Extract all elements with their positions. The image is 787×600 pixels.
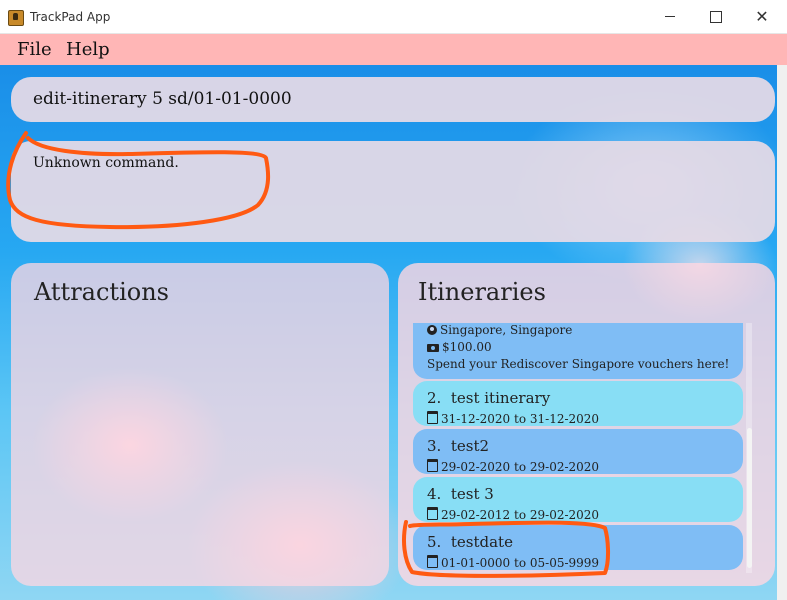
attractions-panel: Attractions	[11, 263, 389, 586]
calendar-icon	[427, 555, 438, 568]
itinerary-title: 3. test2	[427, 437, 490, 455]
command-box[interactable]: edit-itinerary 5 sd/01-01-0000	[11, 77, 775, 122]
calendar-icon	[427, 507, 438, 520]
itinerary-card-4[interactable]: 4. test 3 29-02-2012 to 29-02-2020	[413, 477, 743, 522]
attractions-title: Attractions	[34, 278, 169, 306]
menu-bar: File Help	[0, 34, 787, 65]
location-text: Singapore, Singapore	[440, 323, 573, 337]
calendar-icon	[427, 411, 438, 424]
itineraries-panel: Itineraries Singapore, Singapore $100.00…	[398, 263, 775, 586]
itinerary-card-2[interactable]: 2. test itinerary 31-12-2020 to 31-12-20…	[413, 381, 743, 426]
command-input[interactable]: edit-itinerary 5 sd/01-01-0000	[33, 89, 292, 109]
itinerary-card-1[interactable]: Singapore, Singapore $100.00 Spend your …	[413, 323, 743, 379]
menu-help[interactable]: Help	[66, 39, 110, 60]
itinerary-title: 4. test 3	[427, 485, 494, 503]
itinerary-dates: 01-01-0000 to 05-05-9999	[427, 555, 599, 570]
result-display: Unknown command.	[11, 141, 775, 242]
itinerary-dates: 29-02-2012 to 29-02-2020	[427, 507, 599, 522]
minimize-button[interactable]	[647, 0, 693, 33]
itinerary-title: 2. test itinerary	[427, 389, 551, 407]
calendar-icon	[427, 459, 438, 472]
itinerary-dates: 29-02-2020 to 29-02-2020	[427, 459, 599, 474]
close-button[interactable]: ✕	[739, 0, 785, 33]
budget-line: $100.00	[427, 340, 492, 354]
window-edge	[777, 65, 787, 600]
description-text: Spend your Rediscover Singapore vouchers…	[427, 357, 730, 371]
globe-icon	[427, 325, 437, 335]
budget-text: $100.00	[442, 340, 492, 354]
location-line: Singapore, Singapore	[427, 323, 572, 337]
itinerary-scrollbar-thumb[interactable]	[747, 428, 752, 568]
minimize-icon	[665, 16, 675, 17]
itineraries-title: Itineraries	[418, 278, 546, 306]
app-icon	[8, 10, 24, 26]
window-titlebar: TrackPad App ✕	[0, 0, 787, 34]
close-icon: ✕	[755, 7, 769, 26]
money-icon	[427, 344, 439, 352]
result-message: Unknown command.	[33, 155, 179, 171]
itinerary-title: 5. testdate	[427, 533, 513, 551]
itinerary-card-5[interactable]: 5. testdate 01-01-0000 to 05-05-9999	[413, 525, 743, 570]
maximize-icon	[710, 10, 722, 23]
maximize-button[interactable]	[693, 0, 739, 33]
itinerary-card-3[interactable]: 3. test2 29-02-2020 to 29-02-2020	[413, 429, 743, 474]
menu-file[interactable]: File	[17, 39, 52, 60]
itinerary-dates: 31-12-2020 to 31-12-2020	[427, 411, 599, 426]
window-title: TrackPad App	[30, 10, 111, 24]
